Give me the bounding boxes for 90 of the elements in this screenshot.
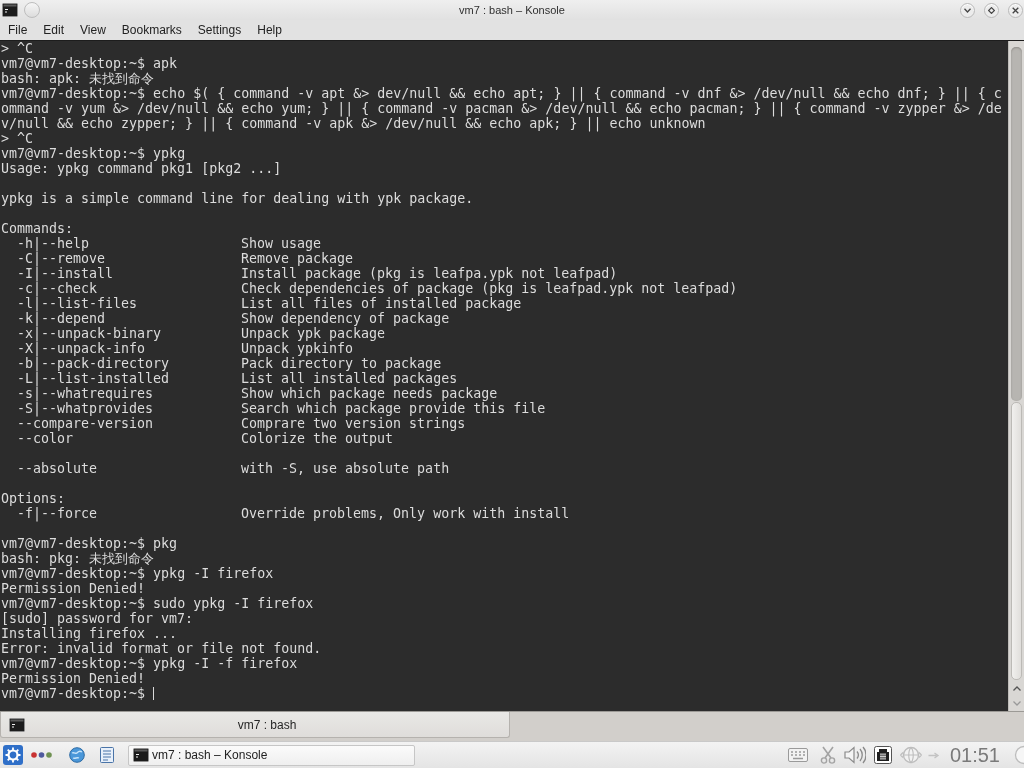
option-description: Comprare two version strings <box>241 416 466 431</box>
command-text: apk <box>153 56 178 71</box>
option-description: Check dependencies of package (pkg is leafpad.ypk not leafpad) <box>241 281 738 296</box>
option-name: -f|--force <box>17 506 98 521</box>
terminal-icon <box>9 717 25 732</box>
terminal-line: [sudo] password for vm7: <box>1 611 194 626</box>
option-description: Search which package provide this file <box>241 401 546 416</box>
menu-item[interactable]: File <box>0 20 36 40</box>
diamond-icon <box>988 6 995 14</box>
option-description: Show usage <box>241 236 322 251</box>
prompt-text: vm7@vm7-desktop:~$ <box>1 56 146 71</box>
option-description: List all installed packages <box>241 371 458 386</box>
prompt-text: vm7@vm7-desktop:~$ <box>1 566 146 581</box>
terminal-line: Options: <box>1 491 66 506</box>
option-name: -C|--remove <box>17 251 106 266</box>
command-text: ypkg -I -f firefox <box>153 656 298 671</box>
terminal-line: > ^C <box>1 131 34 146</box>
option-name: -L|--list-installed <box>17 371 170 386</box>
terminal-line: ypkg is a simple command line for dealing with ypk package. <box>1 191 474 206</box>
option-description: Show dependency of package <box>241 311 450 326</box>
option-name: -k|--depend <box>17 311 106 326</box>
gear-icon[interactable] <box>3 745 23 765</box>
terminal-line: bash: pkg: 未找到命令 <box>1 551 155 566</box>
speaker-icon[interactable] <box>843 746 866 764</box>
task-button[interactable]: vm7 : bash – Konsole <box>128 744 415 766</box>
option-name: -X|--unpack-info <box>17 341 146 356</box>
terminal-tab[interactable]: vm7 : bash <box>0 712 510 738</box>
option-name: -l|--list-files <box>17 296 138 311</box>
terminal-line: v/null && echo zypper; } || { command -v apk &> /dev/null && echo apk; } || echo unknown <box>1 116 706 131</box>
option-name: -h|--help <box>17 236 90 251</box>
prompt-text: vm7@vm7-desktop:~$ <box>1 596 146 611</box>
chevron-down-icon <box>964 7 971 13</box>
option-description: Install package (pkg is leafpa.ypk not leafpad) <box>241 266 618 281</box>
terminal-line: > ^C <box>1 41 34 56</box>
chevron-up-icon <box>1012 686 1021 691</box>
maximize-button[interactable] <box>984 2 999 18</box>
close-icon <box>1012 6 1019 14</box>
chevron-down-icon <box>1012 701 1021 706</box>
option-description: Unpack ypk package <box>241 326 386 341</box>
terminal-line: Commands: <box>1 221 74 236</box>
option-name: -c|--check <box>17 281 98 296</box>
command-text: pkg <box>153 536 178 551</box>
option-name: -S|--whatprovides <box>17 401 154 416</box>
command-text: ypkg <box>153 146 186 161</box>
option-description: Override problems, Only work with install <box>241 506 570 521</box>
window-title: vm7 : bash – Konsole <box>459 2 565 18</box>
terminal-icon <box>133 748 149 762</box>
option-name: -x|--unpack-binary <box>17 326 162 341</box>
prompt-text: vm7@vm7-desktop:~$ <box>1 536 146 551</box>
scrollbar-handle[interactable] <box>1011 402 1022 680</box>
option-name: -b|--pack-directory <box>17 356 170 371</box>
prompt-text: vm7@vm7-desktop:~$ <box>1 686 146 701</box>
option-name: --color <box>17 431 74 446</box>
menu-item[interactable]: Edit <box>35 20 73 40</box>
terminal-line: Error: invalid format or file not found. <box>1 641 322 656</box>
terminal-line: bash: apk: 未找到命令 <box>1 71 155 86</box>
option-description: Colorize the output <box>241 431 394 446</box>
terminal-line: Permission Denied! <box>1 671 146 686</box>
globe-icon[interactable] <box>69 747 85 763</box>
option-name: --compare-version <box>17 416 154 431</box>
command-text: echo $( { command -v apt &> dev/null && echo apt; } || { command -v dnf &> /dev/null && echo dnf; } || { c <box>153 86 1002 101</box>
prompt-text: vm7@vm7-desktop:~$ <box>1 656 146 671</box>
option-description: Pack directory to package <box>241 356 442 371</box>
option-description: Show which package needs package <box>241 386 498 401</box>
scissors-icon[interactable] <box>819 746 836 764</box>
terminal-line: Usage: ypkg command pkg1 [pkg2 ...] <box>1 161 282 176</box>
command-text: ypkg -I firefox <box>153 566 274 581</box>
terminal-line: Permission Denied! <box>1 581 146 596</box>
prompt-text: vm7@vm7-desktop:~$ <box>1 86 146 101</box>
terminal-icon[interactable] <box>2 3 18 17</box>
dots-icon[interactable] <box>31 752 52 758</box>
option-name: -s|--whatrequires <box>17 386 154 401</box>
option-description: List all files of installed package <box>241 296 522 311</box>
option-description: Remove package <box>241 251 354 266</box>
terminal-line: ommand -v yum &> /dev/null && echo yum; } || { command -v pacman &> /dev/null && echo pacman; } || { command -v zypper &> /de <box>1 101 1002 116</box>
terminal-line: Installing firefox ... <box>1 626 178 641</box>
option-description: Unpack ypkinfo <box>241 341 354 356</box>
clock-time[interactable]: 01:51 <box>949 744 1000 766</box>
document-icon[interactable] <box>99 747 115 763</box>
prompt-text: vm7@vm7-desktop:~$ <box>1 146 146 161</box>
command-text: sudo ypkg -I firefox <box>153 596 314 611</box>
menu-item[interactable]: Bookmarks <box>113 20 190 40</box>
menu-item[interactable]: Settings <box>189 20 250 40</box>
option-description: with -S, use absolute path <box>241 461 450 476</box>
option-name: -I|--install <box>17 266 114 281</box>
option-name: --absolute <box>17 461 98 476</box>
chip-icon[interactable] <box>873 746 892 764</box>
menu-item[interactable]: Help <box>249 20 290 40</box>
menu-item[interactable]: View <box>72 20 114 40</box>
keyboard-icon[interactable] <box>787 748 808 762</box>
